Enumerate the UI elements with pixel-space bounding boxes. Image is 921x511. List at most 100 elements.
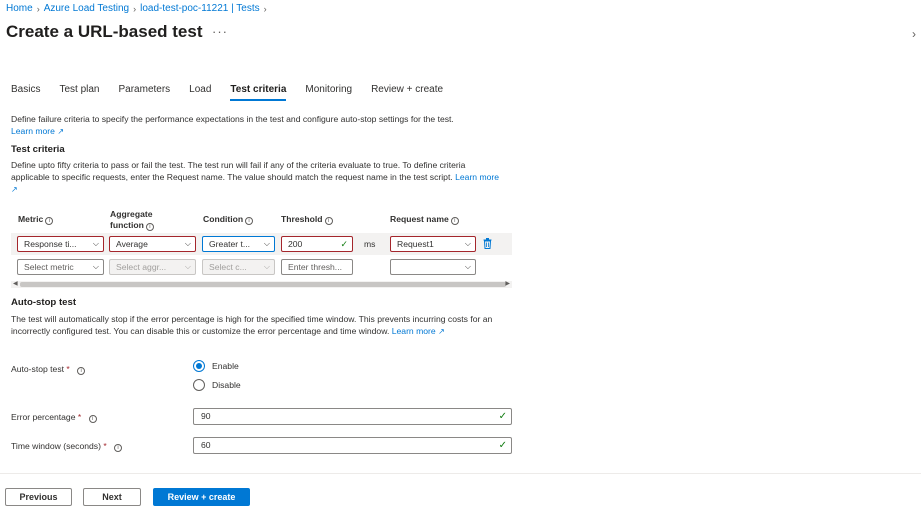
time-window-value: 60 xyxy=(201,440,211,450)
delete-icon[interactable] xyxy=(483,238,492,249)
auto-stop-label-text: Auto-stop test xyxy=(11,364,65,374)
radio-enable[interactable]: Enable xyxy=(193,360,239,372)
chevron-down-icon: ⌵ xyxy=(263,239,270,248)
scroll-right-icon[interactable]: ▶ xyxy=(505,280,510,287)
aggregate-dropdown-row-2[interactable]: Select aggr... ⌵ xyxy=(109,259,196,275)
required-marker: * xyxy=(103,441,107,451)
col-header-metric-label: Metric xyxy=(18,214,44,224)
col-header-aggregate-line2: function xyxy=(110,220,144,230)
threshold-value-row-1: 200 xyxy=(288,239,303,249)
intro-description: Define failure criteria to specify the p… xyxy=(11,113,506,138)
error-percentage-value: 90 xyxy=(201,411,211,421)
intro-learn-more-link[interactable]: Learn more ↗ xyxy=(11,126,64,136)
footer-divider xyxy=(0,473,921,474)
threshold-input-row-1[interactable]: 200 ✓ xyxy=(281,236,353,252)
test-criteria-title: Test criteria xyxy=(11,144,65,155)
review-create-button[interactable]: Review + create xyxy=(153,488,250,506)
test-criteria-learn-more-label: Learn more xyxy=(455,172,500,182)
threshold-input-row-2[interactable]: Enter thresh... xyxy=(281,259,353,275)
aggregate-placeholder-row-2: Select aggr... xyxy=(116,262,167,272)
info-icon[interactable]: i xyxy=(450,217,459,225)
tab-parameters[interactable]: Parameters xyxy=(118,84,170,101)
radio-disable[interactable]: Disable xyxy=(193,379,241,391)
breadcrumb-tests[interactable]: load-test-poc-11221 | Tests xyxy=(140,3,260,14)
chevron-right-icon: › xyxy=(133,3,137,14)
request-name-dropdown-row-1[interactable]: Request1 ⌵ xyxy=(390,236,476,252)
radio-disable-label: Disable xyxy=(212,380,241,390)
condition-dropdown-row-1[interactable]: Greater t... ⌵ xyxy=(202,236,275,252)
time-window-input[interactable]: 60 ✓ xyxy=(193,437,512,454)
close-pane-icon[interactable]: › xyxy=(912,27,916,41)
more-options-icon[interactable]: ··· xyxy=(212,24,228,39)
tab-test-criteria[interactable]: Test criteria xyxy=(230,84,287,101)
col-header-request-name-label: Request name xyxy=(390,214,449,224)
external-link-icon: ↗ xyxy=(57,127,65,136)
breadcrumb-azure-load-testing[interactable]: Azure Load Testing xyxy=(44,3,129,14)
external-link-icon: ↗ xyxy=(11,185,18,194)
breadcrumb-home[interactable]: Home xyxy=(6,3,33,14)
check-icon: ✓ xyxy=(340,239,348,249)
radio-disable-circle[interactable] xyxy=(193,379,205,391)
chevron-down-icon: ⌵ xyxy=(92,239,99,248)
intro-text: Define failure criteria to specify the p… xyxy=(11,114,454,124)
previous-button[interactable]: Previous xyxy=(5,488,72,506)
next-button[interactable]: Next xyxy=(83,488,141,506)
time-window-label-text: Time window (seconds) xyxy=(11,441,101,451)
tab-load[interactable]: Load xyxy=(189,84,211,101)
aggregate-value-row-1: Average xyxy=(116,239,148,249)
error-percentage-input[interactable]: 90 ✓ xyxy=(193,408,512,425)
tab-bar: Basics Test plan Parameters Load Test cr… xyxy=(11,84,462,101)
radio-enable-label: Enable xyxy=(212,361,239,371)
metric-dropdown-row-2[interactable]: Select metric ⌵ xyxy=(17,259,104,275)
aggregate-dropdown-row-1[interactable]: Average ⌵ xyxy=(109,236,196,252)
intro-learn-more-label: Learn more xyxy=(11,126,55,136)
col-header-aggregate-line1: Aggregate xyxy=(110,209,153,219)
scroll-left-icon[interactable]: ◀ xyxy=(13,280,18,287)
chevron-down-icon: ⌵ xyxy=(464,262,471,271)
condition-dropdown-row-2[interactable]: Select c... ⌵ xyxy=(202,259,275,275)
col-header-request-name: Request name i xyxy=(390,214,459,225)
required-marker: * xyxy=(66,364,70,374)
chevron-right-icon: › xyxy=(263,3,267,14)
condition-placeholder-row-2: Select c... xyxy=(209,262,247,272)
info-icon[interactable]: i xyxy=(245,217,254,225)
info-icon[interactable]: i xyxy=(88,415,97,423)
col-header-threshold: Threshold i xyxy=(281,214,333,225)
tab-basics[interactable]: Basics xyxy=(11,84,40,101)
col-header-aggregate: Aggregate function i xyxy=(110,209,154,231)
info-icon[interactable]: i xyxy=(114,444,123,452)
request-value-row-1: Request1 xyxy=(397,239,434,249)
chevron-down-icon: ⌵ xyxy=(184,239,191,248)
radio-enable-circle[interactable] xyxy=(193,360,205,372)
request-name-dropdown-row-2[interactable]: ⌵ xyxy=(390,259,476,275)
info-icon[interactable]: i xyxy=(77,367,86,375)
col-header-threshold-label: Threshold xyxy=(281,214,323,224)
auto-stop-learn-more-label: Learn more xyxy=(391,326,436,336)
chevron-right-icon: › xyxy=(36,3,40,14)
criteria-horizontal-scrollbar[interactable]: ◀ ▶ xyxy=(11,281,512,288)
col-header-condition-label: Condition xyxy=(203,214,244,224)
check-icon: ✓ xyxy=(498,411,507,422)
page-title: Create a URL-based test xyxy=(6,22,203,41)
auto-stop-label: Auto-stop test * i xyxy=(11,364,86,375)
tab-review-create[interactable]: Review + create xyxy=(371,84,443,101)
test-criteria-text: Define upto fifty criteria to pass or fa… xyxy=(11,160,466,182)
metric-dropdown-row-1[interactable]: Response ti... ⌵ xyxy=(17,236,104,252)
col-header-metric: Metric i xyxy=(18,214,54,225)
check-icon: ✓ xyxy=(498,440,507,451)
auto-stop-learn-more-link[interactable]: Learn more ↗ xyxy=(392,326,445,336)
tab-test-plan[interactable]: Test plan xyxy=(59,84,99,101)
chevron-down-icon: ⌵ xyxy=(92,262,99,271)
tab-monitoring[interactable]: Monitoring xyxy=(305,84,352,101)
scrollbar-thumb[interactable] xyxy=(20,282,506,287)
external-link-icon: ↗ xyxy=(438,327,445,336)
info-icon[interactable]: i xyxy=(324,217,333,225)
chevron-down-icon: ⌵ xyxy=(263,262,270,271)
auto-stop-title: Auto-stop test xyxy=(11,297,77,308)
threshold-placeholder-row-2: Enter thresh... xyxy=(288,262,342,272)
breadcrumb: Home › Azure Load Testing › load-test-po… xyxy=(6,3,267,14)
info-icon[interactable]: i xyxy=(145,223,154,231)
info-icon[interactable]: i xyxy=(45,217,54,225)
chevron-down-icon: ⌵ xyxy=(184,262,191,271)
metric-value-row-1: Response ti... xyxy=(24,239,77,249)
